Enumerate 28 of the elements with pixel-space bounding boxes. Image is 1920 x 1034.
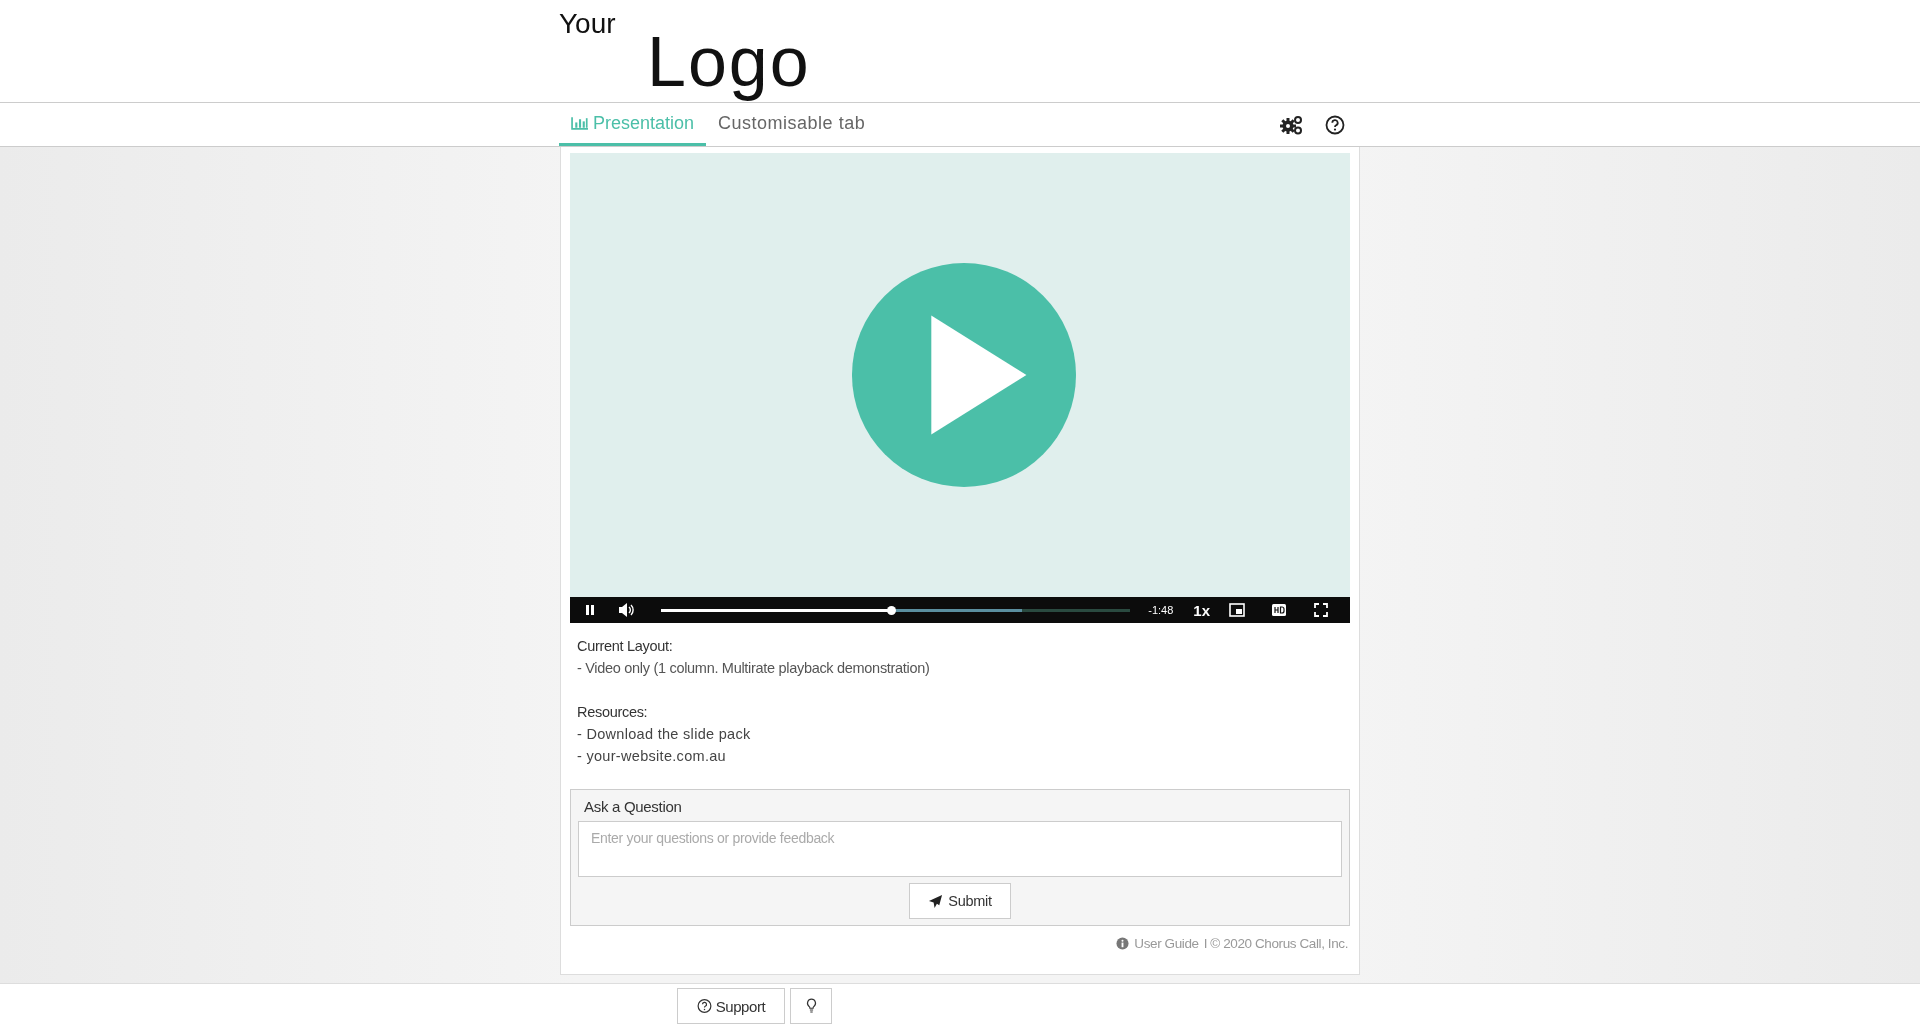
- logo-text: Your: [559, 8, 616, 40]
- quality-icon[interactable]: [1271, 603, 1287, 617]
- info-icon: [1116, 937, 1130, 950]
- tab[interactable]: Customisable tab: [706, 103, 878, 146]
- support-button[interactable]: Support: [677, 988, 785, 1024]
- help-icon[interactable]: [1323, 114, 1347, 135]
- submit-button[interactable]: Submit: [909, 883, 1011, 919]
- layout-heading: Current Layout:: [577, 637, 674, 656]
- settings-icon[interactable]: [1279, 114, 1303, 135]
- fullscreen-icon[interactable]: [1313, 603, 1329, 617]
- resource-item: - your-website.com.au: [577, 747, 727, 766]
- resource-item: - Download the slide pack: [577, 725, 752, 744]
- resources-heading: Resources:: [577, 703, 649, 722]
- time-remaining: -1:48: [1148, 604, 1174, 616]
- question-title: Ask a Question: [584, 798, 682, 815]
- playback-rate-button[interactable]: 1x: [1187, 601, 1216, 619]
- question-field[interactable]: Enter your questions or provide feedback: [578, 821, 1342, 877]
- volume-icon[interactable]: [618, 603, 634, 617]
- help-icon: [696, 998, 712, 1014]
- picture-in-picture-icon[interactable]: [1229, 603, 1245, 617]
- layout-text: - Video only (1 column. Multirate playback demonstration): [577, 659, 931, 678]
- tip-button[interactable]: [790, 988, 832, 1024]
- send-icon: [928, 893, 944, 909]
- progress-slider[interactable]: [661, 608, 1131, 612]
- pause-icon[interactable]: [584, 603, 596, 617]
- bar-chart-icon: [571, 116, 588, 130]
- logo-text: Logo: [647, 22, 811, 102]
- copyright-text: I © 2020 Chorus Call, Inc.: [1203, 936, 1348, 951]
